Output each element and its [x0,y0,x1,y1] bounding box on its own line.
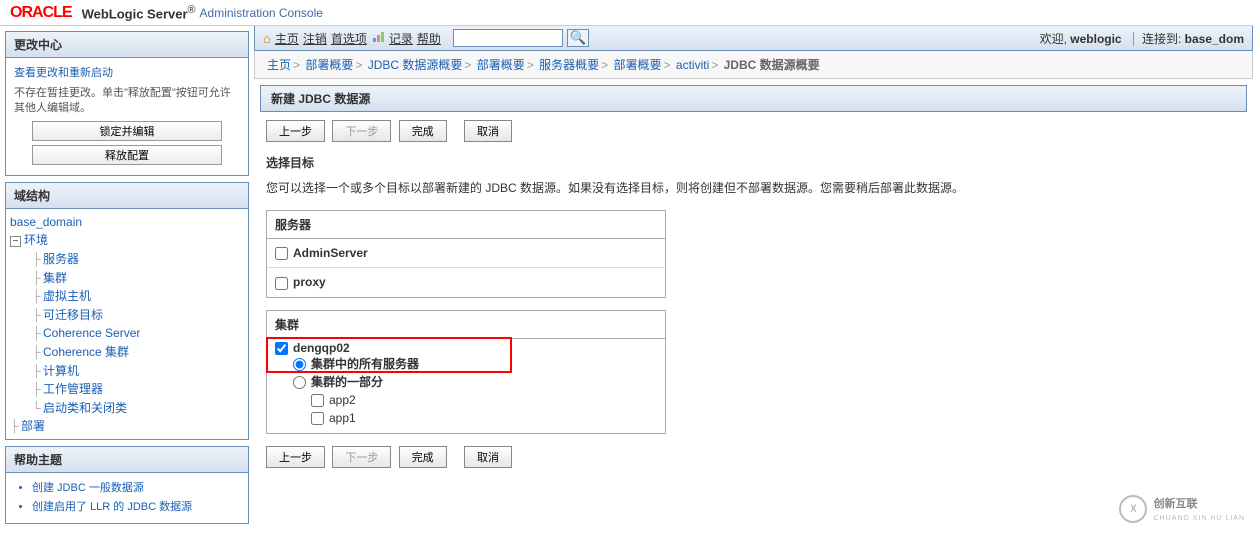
server-label-admin: AdminServer [293,246,368,260]
toolbar-prefs[interactable]: 首选项 [331,30,367,47]
clusters-box: 集群 dengqp02 集群中的所有服务器 集群的一部分 app2 app1 [266,310,666,434]
cancel-button[interactable]: 取消 [464,120,512,142]
change-center-desc: 不存在暂挂更改。单击"释放配置"按钮可允许其他人编辑域。 [14,86,240,117]
oracle-logo: ORACLE [10,4,72,22]
tree-root[interactable]: base_domain [10,215,82,229]
button-row-top: 上一步 下一步 完成 取消 [266,120,1241,142]
domain-tree[interactable]: base_domain −环境 ├服务器 ├集群 ├虚拟主机 ├可迁移目标 ├C… [6,209,248,439]
cluster-radio-all-row[interactable]: 集群中的所有服务器 [293,355,657,373]
tree-services[interactable]: 服务 [24,438,48,439]
button-row-bottom: 上一步 下一步 完成 取消 [266,446,1241,468]
tree-item-coh-cluster[interactable]: Coherence 集群 [43,345,129,359]
bc-2[interactable]: JDBC 数据源概要 [368,58,463,72]
tree-deploy[interactable]: 部署 [21,419,45,433]
change-center-panel: 更改中心 查看更改和重新启动 不存在暂挂更改。单击"释放配置"按钮可允许其他人编… [5,31,249,176]
bc-6[interactable]: activiti [676,58,709,72]
servers-header: 服务器 [267,211,665,239]
tree-item-startup[interactable]: 启动类和关闭类 [43,401,127,415]
prev-button[interactable]: 上一步 [266,120,325,142]
cluster-app2-label: app2 [329,393,356,407]
next-button: 下一步 [332,120,391,142]
prev-button-2[interactable]: 上一步 [266,446,325,468]
bc-0[interactable]: 主页 [267,58,291,72]
server-row-proxy[interactable]: proxy [267,268,665,296]
help-panel: 帮助主题 创建 JDBC 一般数据源 创建启用了 LLR 的 JDBC 数据源 [5,446,249,524]
toolbar-help[interactable]: 帮助 [417,30,441,47]
connected-domain: base_dom [1185,32,1244,46]
toolbar-logout[interactable]: 注销 [303,30,327,47]
tree-env[interactable]: 环境 [24,233,48,247]
clusters-header: 集群 [267,311,665,339]
cluster-radio-part-row[interactable]: 集群的一部分 [293,373,657,391]
change-center-title: 更改中心 [6,32,248,58]
server-checkbox-proxy[interactable] [275,277,288,290]
cluster-checkbox-app2[interactable] [311,394,324,407]
finish-button[interactable]: 完成 [399,120,447,142]
finish-button-2[interactable]: 完成 [399,446,447,468]
tree-item-migratable[interactable]: 可迁移目标 [43,308,103,322]
toolbar-home[interactable]: 主页 [275,30,299,47]
release-config-button[interactable]: 释放配置 [32,145,222,165]
bc-1[interactable]: 部署概要 [305,58,353,72]
tree-item-vhosts[interactable]: 虚拟主机 [43,289,91,303]
bc-5[interactable]: 部署概要 [614,58,662,72]
cluster-app1-label: app1 [329,411,356,425]
breadcrumb: 主页> 部署概要> JDBC 数据源概要> 部署概要> 服务器概要> 部署概要>… [254,51,1253,79]
home-icon: ⌂ [263,31,271,46]
search-input[interactable] [453,29,563,47]
cluster-row[interactable]: dengqp02 [275,341,657,355]
cluster-app1-row[interactable]: app1 [311,409,657,427]
tree-item-servers[interactable]: 服务器 [43,252,79,266]
product-name: WebLogic Server® [82,4,196,21]
server-label-proxy: proxy [293,275,326,289]
servers-box: 服务器 AdminServer proxy [266,210,666,298]
help-link-2[interactable]: 创建启用了 LLR 的 JDBC 数据源 [32,501,192,513]
cancel-button-2[interactable]: 取消 [464,446,512,468]
bc-7: JDBC 数据源概要 [724,58,820,72]
admin-console-label: Administration Console [200,6,323,20]
tree-item-coh-server[interactable]: Coherence Server [43,326,140,340]
tree-item-workmgr[interactable]: 工作管理器 [43,382,103,396]
cluster-part-label: 集群的一部分 [311,375,383,389]
username: weblogic [1070,32,1121,46]
welcome-label: 欢迎, [1040,32,1067,46]
lock-edit-button[interactable]: 锁定并编辑 [32,121,222,141]
next-button-2: 下一步 [332,446,391,468]
help-title: 帮助主题 [6,447,248,473]
cluster-all-label: 集群中的所有服务器 [311,357,419,371]
server-row-admin[interactable]: AdminServer [267,239,665,268]
cluster-app2-row[interactable]: app2 [311,391,657,409]
search-icon: 🔍 [570,30,587,46]
bc-3[interactable]: 部署概要 [477,58,525,72]
tree-item-clusters[interactable]: 集群 [43,271,67,285]
cluster-checkbox[interactable] [275,342,288,355]
connected-label: 连接到: [1142,32,1181,46]
cluster-name-label: dengqp02 [293,341,350,355]
cluster-radio-part[interactable] [293,376,306,389]
tree-toggle-icon[interactable]: − [10,236,21,247]
server-checkbox-admin[interactable] [275,247,288,260]
search-button[interactable]: 🔍 [567,29,589,47]
watermark-text: 创新互联 [1153,498,1197,510]
view-changes-link[interactable]: 查看更改和重新启动 [14,67,113,79]
chart-icon [373,31,385,45]
watermark-logo: ☓ 创新互联CHUANG XIN HU LIAN [1119,495,1245,523]
header-bar: ORACLE WebLogic Server® Administration C… [0,0,1253,26]
domain-structure-panel: 域结构 base_domain −环境 ├服务器 ├集群 ├虚拟主机 ├可迁移目… [5,182,249,440]
cluster-checkbox-app1[interactable] [311,412,324,425]
tree-item-machines[interactable]: 计算机 [43,364,79,378]
select-target-title: 选择目标 [266,154,1241,171]
content-title: 新建 JDBC 数据源 [260,85,1247,112]
domain-structure-title: 域结构 [6,183,248,209]
help-link-1[interactable]: 创建 JDBC 一般数据源 [32,482,144,494]
top-toolbar: ⌂ 主页 注销 首选项 记录 帮助 🔍 欢迎, weblogic 连接到: ba… [254,26,1253,51]
watermark-icon: ☓ [1119,495,1147,523]
toolbar-log[interactable]: 记录 [389,30,413,47]
select-target-desc: 您可以选择一个或多个目标以部署新建的 JDBC 数据源。如果没有选择目标，则将创… [266,179,1241,196]
bc-4[interactable]: 服务器概要 [539,58,599,72]
cluster-radio-all[interactable] [293,358,306,371]
